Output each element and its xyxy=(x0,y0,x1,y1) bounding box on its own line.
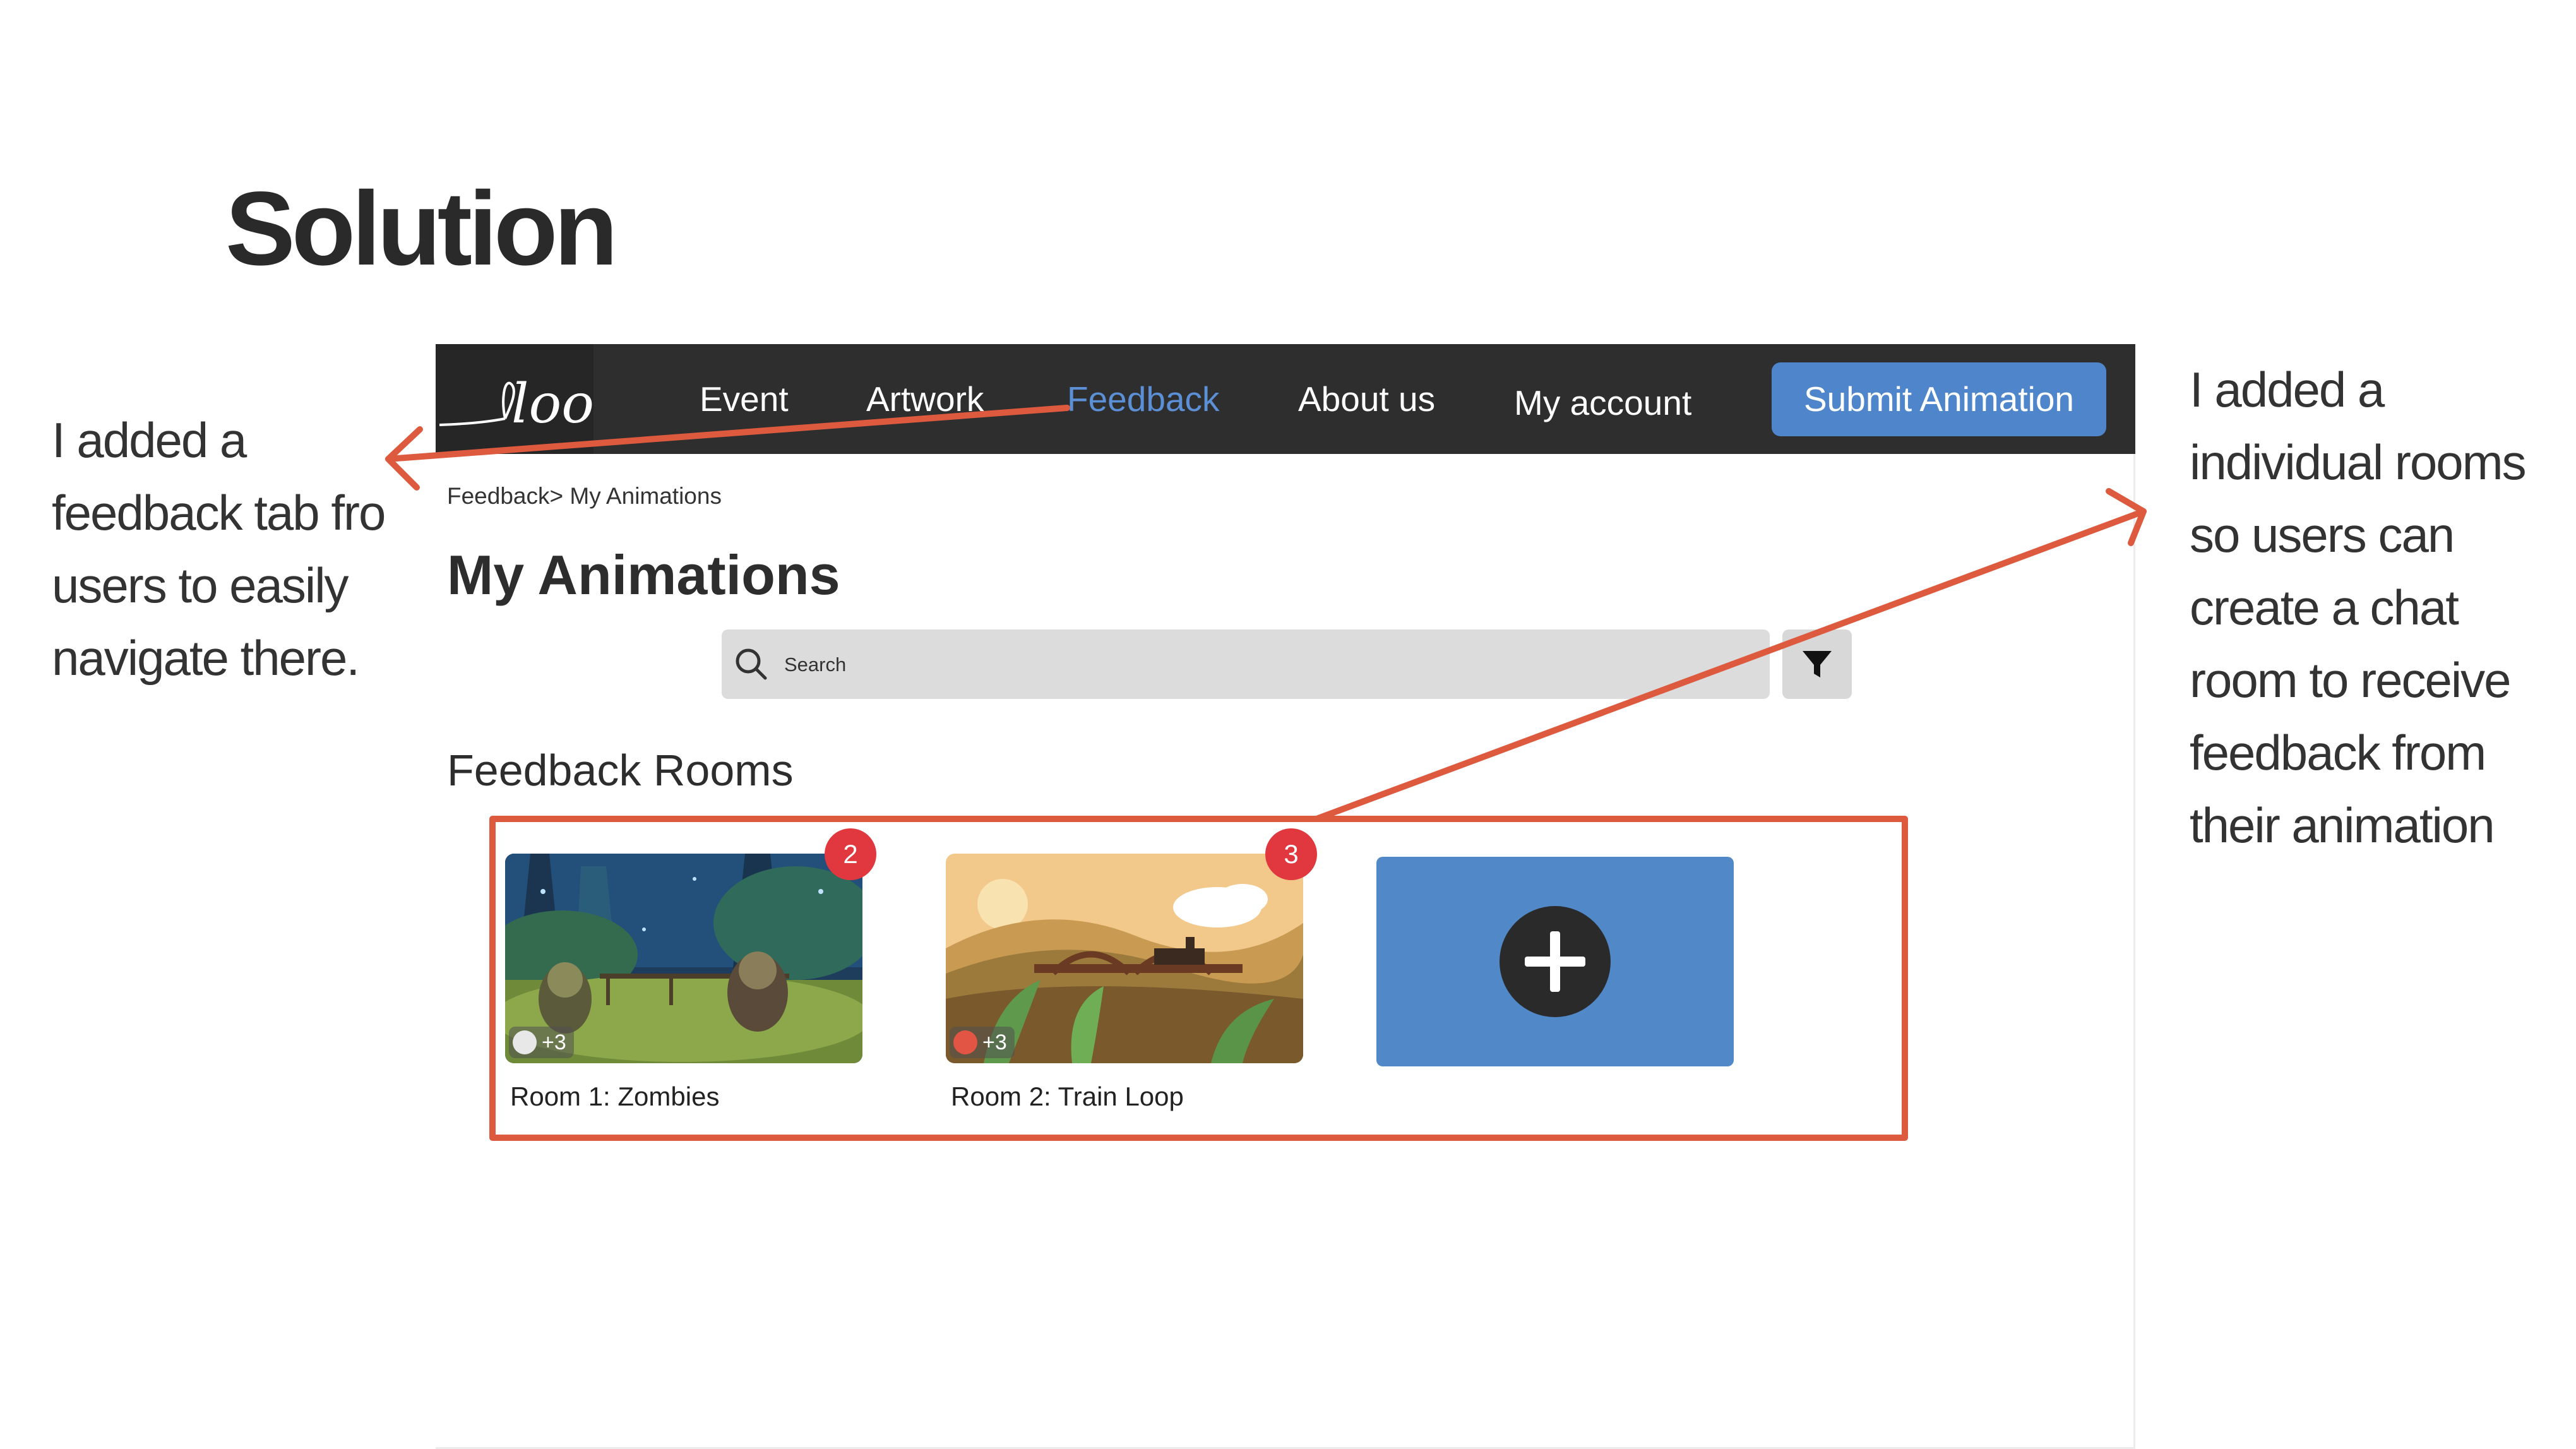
section-title: Feedback Rooms xyxy=(447,746,794,795)
nav-item-feedback[interactable]: Feedback xyxy=(1067,374,1220,424)
notification-badge: 2 xyxy=(825,828,876,880)
search-placeholder: Search xyxy=(784,653,847,676)
filter-button[interactable] xyxy=(1782,629,1852,699)
annotation-note-right: I added a individual rooms so users can … xyxy=(2190,362,2527,853)
search-input[interactable] xyxy=(722,629,1770,699)
member-count: +3 xyxy=(982,1030,1007,1054)
room-label[interactable]: Room 1: Zombies xyxy=(510,1082,719,1112)
annotation-note-left: I added a feedback tab fro users to easi… xyxy=(52,412,386,686)
avatar xyxy=(953,1030,977,1055)
logo-text: loop xyxy=(511,373,593,436)
logo[interactable]: loop xyxy=(436,344,593,454)
nav-item-artwork[interactable]: Artwork xyxy=(866,374,984,424)
slide-title: Solution xyxy=(225,170,618,287)
avatar xyxy=(513,1030,537,1055)
plus-circle-icon xyxy=(1500,906,1611,1017)
room-members-indicator: +3 xyxy=(950,1027,1015,1058)
search-icon xyxy=(732,645,770,686)
nav-item-about-us[interactable]: About us xyxy=(1298,374,1435,424)
nav-item-event[interactable]: Event xyxy=(700,374,789,424)
room-label[interactable]: Room 2: Train Loop xyxy=(951,1082,1184,1112)
breadcrumb[interactable]: Feedback> My Animations xyxy=(447,483,722,510)
submit-animation-button[interactable]: Submit Animation xyxy=(1772,362,2106,436)
notification-badge: 3 xyxy=(1265,828,1317,880)
add-room-button[interactable] xyxy=(1376,857,1734,1066)
page-title: My Animations xyxy=(447,544,840,606)
filter-icon xyxy=(1803,651,1832,677)
member-count: +3 xyxy=(542,1030,566,1054)
nav-item-my-account[interactable]: My account xyxy=(1514,378,1691,428)
room-members-indicator: +3 xyxy=(509,1027,574,1058)
